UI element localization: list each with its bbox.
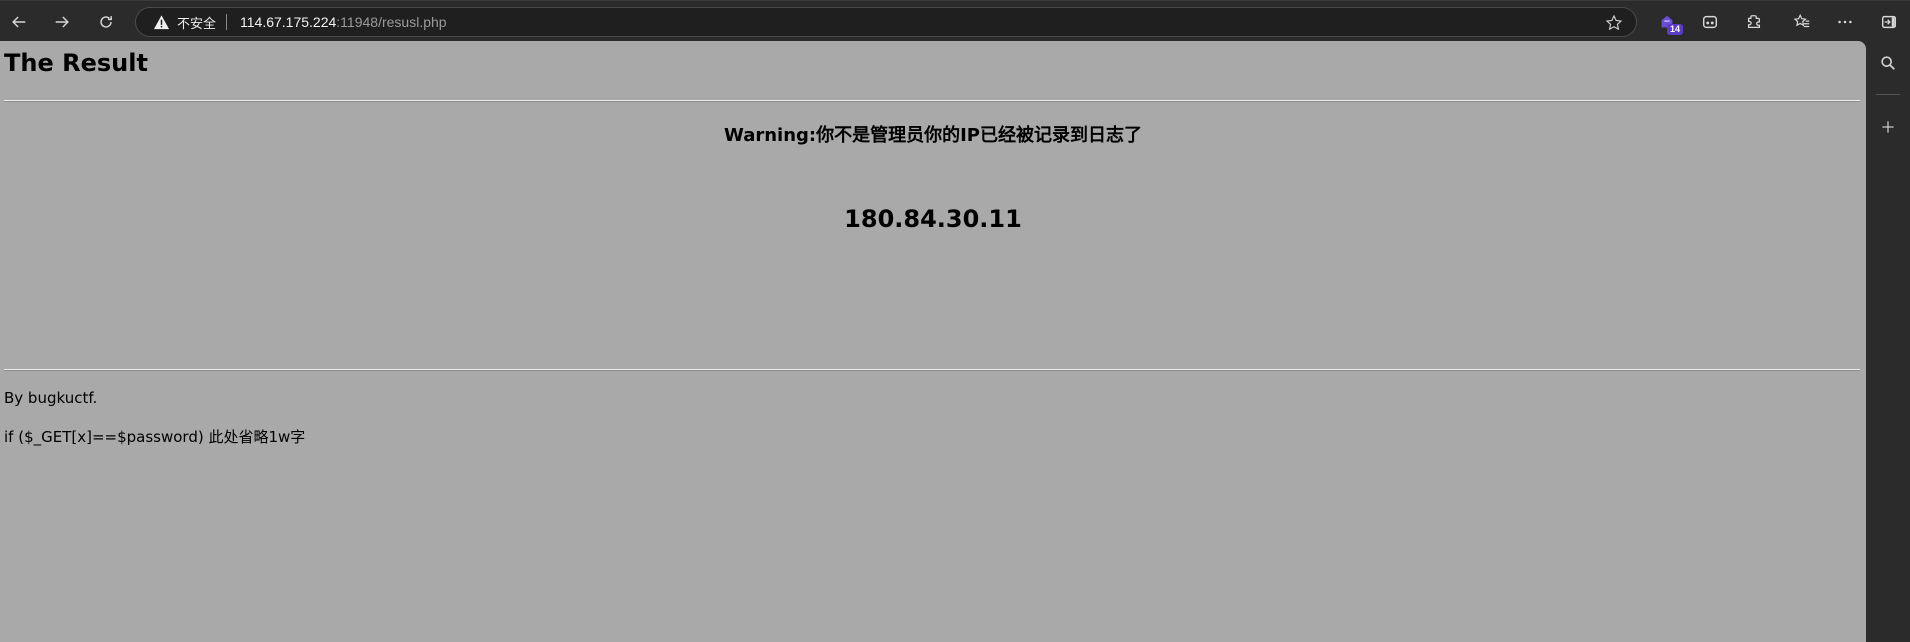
extensions-icon[interactable] [1741,9,1767,35]
byline: By bugkuctf. [4,389,98,407]
back-arrow-icon[interactable] [4,7,34,37]
rail-divider [1876,94,1900,95]
warning-message: Warning:你不是管理员你的IP已经被记录到日志了 [723,125,1142,146]
more-dots-icon[interactable] [1832,9,1858,35]
bottom-divider [4,369,1860,371]
extension-icon[interactable]: 14 [1654,9,1683,35]
address-bar[interactable]: 不安全 114.67.175.224:11948/resusl.php [135,7,1637,37]
url-host: 114.67.175.224 [240,14,337,30]
top-divider [4,100,1860,102]
star-icon[interactable] [1604,13,1624,33]
page-title: The Result [4,49,148,77]
extension-badge: 14 [1666,24,1683,35]
page-viewport: The Result Warning:你不是管理员你的IP已经被记录到日志了 1… [0,41,1866,642]
search-icon[interactable] [1876,51,1900,75]
favorites-icon[interactable] [1789,9,1815,35]
sidebar-rail [1866,41,1910,642]
warning-triangle-icon[interactable] [153,14,170,31]
hint-text: if ($_GET[x]==$password) 此处省略1w字 [4,428,306,446]
ip-address: 180.84.30.11 [844,205,1022,233]
forward-arrow-icon[interactable] [47,7,77,37]
plus-icon[interactable] [1876,115,1900,139]
browser-toolbar: 不安全 114.67.175.224:11948/resusl.php 14 [0,0,1910,41]
sidebar-toggle-icon[interactable] [1876,9,1902,35]
reload-icon[interactable] [91,7,121,37]
immersive-reader-icon[interactable] [1697,9,1723,35]
security-label[interactable]: 不安全 [177,13,216,32]
address-divider [226,14,228,30]
url-text[interactable]: 114.67.175.224:11948/resusl.php [240,14,447,30]
url-path: :11948/resusl.php [336,14,447,30]
